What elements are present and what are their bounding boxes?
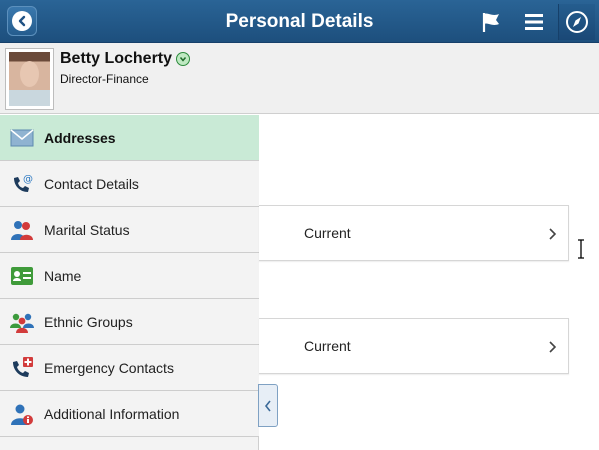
address-row-current[interactable]: Current <box>259 205 569 261</box>
sidenav-item-emergency-contacts[interactable]: Emergency Contacts <box>0 345 259 391</box>
compass-navbar-icon[interactable] <box>558 4 595 40</box>
page-title: Personal Details <box>225 11 374 32</box>
person-info-icon <box>10 402 34 426</box>
employee-name: Betty Locherty <box>60 50 173 67</box>
hamburger-menu-icon[interactable] <box>520 8 548 36</box>
app-window: { "header": { "title": "Personal Details… <box>0 0 599 450</box>
sidenav-item-additional-information[interactable]: Additional Information <box>0 391 259 437</box>
sidenav-item-label: Contact Details <box>44 175 139 192</box>
sidenav-item-label: Ethnic Groups <box>44 313 133 330</box>
sidenav-item-label: Name <box>44 267 82 284</box>
chevron-left-icon <box>264 400 271 411</box>
phone-at-icon: @ <box>10 172 34 196</box>
employee-header: Betty Locherty Director-Finance <box>0 43 599 114</box>
sidenav-item-contact-details[interactable]: @ Contact Details <box>0 161 259 207</box>
sidenav-item-label: Additional Information <box>44 405 180 422</box>
envelope-icon <box>10 126 34 150</box>
address-status-label: Current <box>304 338 351 354</box>
employee-photo <box>5 48 54 110</box>
sidenav-item-label: Emergency Contacts <box>44 359 174 376</box>
sidenav-item-ethnic-groups[interactable]: Ethnic Groups <box>0 299 259 345</box>
chevron-right-icon <box>548 340 558 354</box>
side-navigation: Addresses @ Contact Details Marital Stat… <box>0 115 259 450</box>
sidenav-item-name[interactable]: Name <box>0 253 259 299</box>
collapse-panel-button[interactable] <box>258 384 278 427</box>
flag-icon[interactable] <box>477 8 505 36</box>
sidenav-item-addresses[interactable]: Addresses <box>0 115 259 161</box>
related-actions-chevron-icon[interactable] <box>176 52 191 66</box>
group-people-icon <box>10 310 34 334</box>
name-card-icon <box>10 264 34 288</box>
emergency-phone-icon <box>10 356 34 380</box>
top-banner: Personal Details <box>0 0 599 43</box>
sidenav-item-label: Addresses <box>44 129 116 146</box>
main-content: Current Current <box>259 115 599 450</box>
couple-icon <box>10 218 34 242</box>
address-row-current[interactable]: Current <box>259 318 569 374</box>
svg-text:@: @ <box>23 174 33 185</box>
sidenav-item-marital-status[interactable]: Marital Status <box>0 207 259 253</box>
chevron-right-icon <box>548 227 558 241</box>
address-status-label: Current <box>304 225 351 241</box>
sidenav-item-label: Marital Status <box>44 221 130 238</box>
employee-job-title: Director-Finance <box>60 72 149 86</box>
text-cursor-icon <box>578 239 584 259</box>
